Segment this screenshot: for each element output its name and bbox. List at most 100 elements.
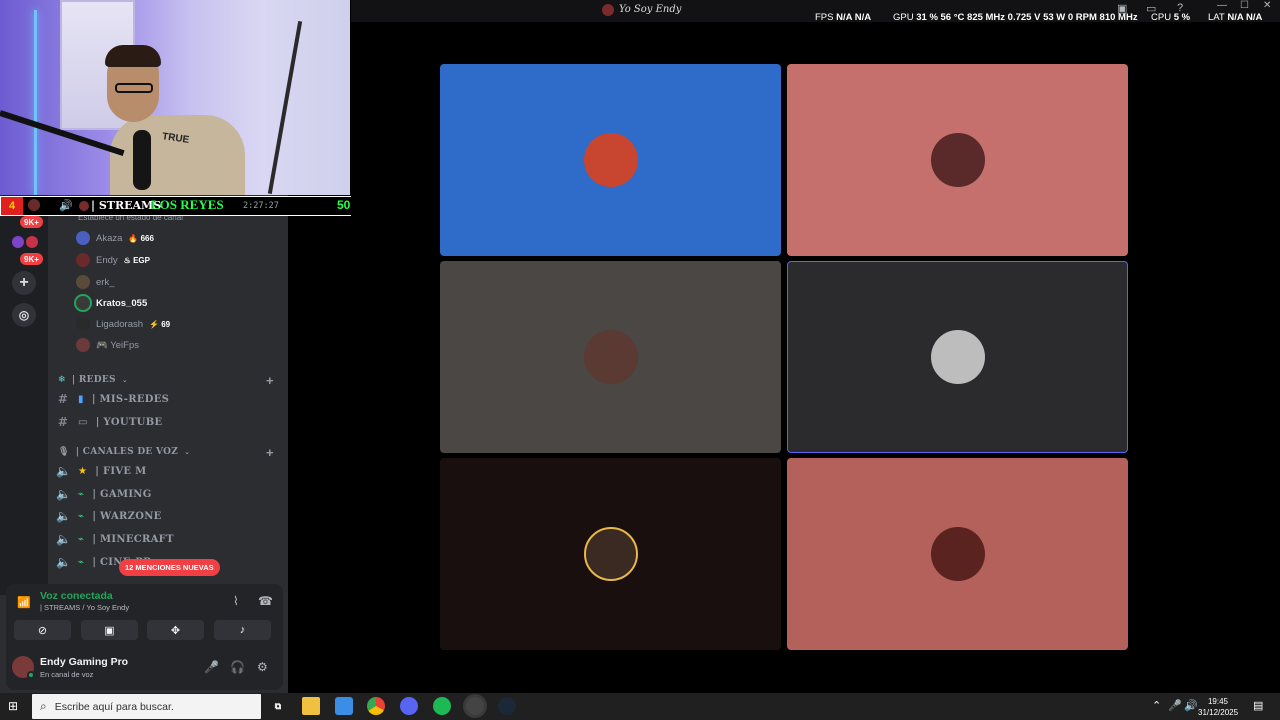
light-stand bbox=[267, 20, 303, 195]
headphones-icon[interactable]: 🎧 bbox=[230, 660, 245, 674]
server-icon[interactable] bbox=[12, 236, 24, 248]
webcam-overlay: TRUE bbox=[0, 0, 350, 195]
hair bbox=[105, 45, 161, 67]
add-server-icon[interactable]: + bbox=[12, 271, 36, 295]
activities-button[interactable]: ✥ bbox=[147, 620, 204, 640]
participant-tile[interactable] bbox=[440, 64, 781, 256]
camera-off-button[interactable]: ⊘ bbox=[14, 620, 71, 640]
avatar bbox=[930, 527, 985, 581]
voice-member[interactable]: 🎮 YeiFps bbox=[76, 336, 139, 354]
voice-channel[interactable]: 🔈 ★ | FIVE M bbox=[56, 461, 147, 481]
taskbar-search[interactable]: ⌕ Escribe aquí para buscar. bbox=[32, 694, 261, 719]
tray-mic-icon[interactable]: 🎤 bbox=[1168, 699, 1182, 712]
explore-icon[interactable]: ◎ bbox=[12, 303, 36, 327]
member-name: erk_ bbox=[96, 276, 115, 288]
avatar bbox=[76, 338, 90, 352]
voice-channel-path[interactable]: | STREAMS / Yo Soy Endy bbox=[40, 603, 129, 612]
user-name[interactable]: Endy Gaming Pro bbox=[40, 656, 128, 668]
ticker-score: 50 bbox=[337, 198, 351, 212]
category-label: | CANALES DE VOZ bbox=[75, 447, 179, 457]
taskbar-clock[interactable]: 19:45 31/12/2025 bbox=[1198, 696, 1238, 718]
text-channel[interactable]: # ▮ | MIS-REDES bbox=[56, 389, 169, 409]
participant-tile[interactable] bbox=[787, 261, 1128, 453]
gear-icon[interactable]: ⚙ bbox=[257, 660, 268, 674]
voice-member[interactable]: Akaza 🔥 666 bbox=[76, 229, 154, 247]
speaker-icon: 🔈 bbox=[56, 509, 72, 523]
server-badge: 9K+ bbox=[20, 253, 43, 265]
participant-tile[interactable] bbox=[787, 64, 1128, 256]
participant-tile[interactable] bbox=[440, 261, 781, 453]
member-tag: 🔥 666 bbox=[128, 233, 154, 243]
speaker-icon: 🔈 bbox=[56, 532, 72, 546]
voice-member[interactable]: Kratos_055 bbox=[76, 294, 147, 312]
hashtag-icon: # bbox=[57, 415, 69, 429]
voice-channel[interactable]: 🔈 ⌁ | MINECRAFT bbox=[56, 529, 174, 549]
glasses bbox=[115, 83, 153, 93]
clock-date: 31/12/2025 bbox=[1198, 708, 1239, 717]
voice-member[interactable]: erk_ bbox=[76, 273, 114, 291]
speaker-icon: 🔈 bbox=[56, 555, 72, 569]
tray-chevron-icon[interactable]: ⌃ bbox=[1152, 699, 1161, 712]
category-redes[interactable]: ❄ | REDES ⌄ + bbox=[58, 372, 274, 388]
channel-name: | FIVE M bbox=[95, 465, 147, 477]
voice-connection-panel: 📶 Voz conectada | STREAMS / Yo Soy Endy … bbox=[6, 584, 283, 690]
steam-icon[interactable] bbox=[498, 697, 516, 715]
mic-icon[interactable]: 🎤 bbox=[204, 660, 219, 674]
obs-icon[interactable] bbox=[466, 697, 484, 715]
store-icon[interactable] bbox=[335, 697, 353, 715]
avatar bbox=[930, 330, 985, 384]
stream-title: Yo Soy Endy bbox=[619, 4, 682, 15]
channel-name: | WARZONE bbox=[92, 510, 162, 522]
voice-channel[interactable]: 🔈 ⌁ | WARZONE bbox=[56, 506, 162, 526]
participant-tile[interactable] bbox=[440, 458, 781, 650]
task-view-icon[interactable]: ⧉ bbox=[269, 697, 287, 715]
new-mentions-badge[interactable]: 12 MENCIONES NUEVAS bbox=[119, 559, 220, 576]
participant-tile[interactable] bbox=[787, 458, 1128, 650]
signal-icon[interactable]: 📶 bbox=[17, 596, 31, 609]
avatar bbox=[76, 253, 90, 267]
volume-icon[interactable]: 🔊 bbox=[1184, 699, 1198, 712]
discord-icon[interactable] bbox=[400, 697, 418, 715]
speaker-icon: 🔊 bbox=[59, 200, 73, 212]
noise-suppression-icon[interactable]: ⌇ bbox=[233, 594, 239, 608]
clock-time: 19:45 bbox=[1207, 697, 1229, 706]
avatar bbox=[583, 330, 638, 384]
minimize-icon[interactable]: — bbox=[1217, 0, 1227, 11]
disconnect-icon[interactable]: ☎ bbox=[258, 594, 273, 608]
hashtag-icon: # bbox=[57, 392, 69, 406]
star-icon: ★ bbox=[78, 465, 88, 477]
avatar bbox=[76, 317, 90, 331]
desktop: 9K+ 9K+ + ◎ Establece un estado de canal… bbox=[0, 0, 1280, 720]
category-voz[interactable]: 🎙 | CANALES DE VOZ ⌄ + bbox=[58, 444, 274, 460]
channel-list: Establece un estado de canal Akaza 🔥 666… bbox=[48, 195, 288, 585]
server-icon[interactable] bbox=[26, 236, 38, 248]
voice-channel[interactable]: 🔈 ⌁ | GAMING bbox=[56, 484, 152, 504]
soundboard-button[interactable]: ♪ bbox=[214, 620, 271, 640]
gamepad-icon: ⌁ bbox=[78, 488, 85, 500]
snowflake-icon: ❄ bbox=[58, 375, 66, 385]
chrome-icon[interactable] bbox=[367, 697, 385, 715]
voice-status[interactable]: Voz conectada bbox=[40, 590, 113, 602]
ticker-time: 2:27:27 bbox=[243, 201, 279, 211]
channel-name: | MIS-REDES bbox=[91, 393, 170, 405]
voice-member[interactable]: Endy ♨ EGP bbox=[76, 251, 150, 269]
create-channel-icon[interactable]: + bbox=[266, 445, 274, 460]
search-placeholder: Escribe aquí para buscar. bbox=[54, 700, 174, 713]
member-name: Endy bbox=[96, 254, 118, 266]
stream-ticker: 4 🔊 | STREAMS LOS REYES 2:27:27 50 bbox=[0, 196, 356, 216]
notifications-icon[interactable]: ▤ bbox=[1253, 699, 1263, 712]
close-icon[interactable]: ✕ bbox=[1263, 0, 1271, 11]
member-name: Ligadorash bbox=[96, 318, 144, 330]
maximize-icon[interactable]: ☐ bbox=[1240, 0, 1249, 11]
spotify-icon[interactable] bbox=[433, 697, 451, 715]
chevron-down-icon: ⌄ bbox=[184, 448, 191, 456]
voice-member[interactable]: Ligadorash ⚡ 69 bbox=[76, 315, 170, 333]
screen-share-button[interactable]: ▣ bbox=[81, 620, 138, 640]
file-explorer-icon[interactable] bbox=[302, 697, 320, 715]
windows-start-icon[interactable]: ⊞ bbox=[8, 699, 22, 713]
phone-icon: ▮ bbox=[78, 393, 84, 405]
avatar bbox=[76, 275, 90, 289]
channel-name: | GAMING bbox=[92, 488, 152, 500]
text-channel[interactable]: # ▭ | YOUTUBE bbox=[56, 412, 162, 432]
create-channel-icon[interactable]: + bbox=[266, 373, 274, 388]
